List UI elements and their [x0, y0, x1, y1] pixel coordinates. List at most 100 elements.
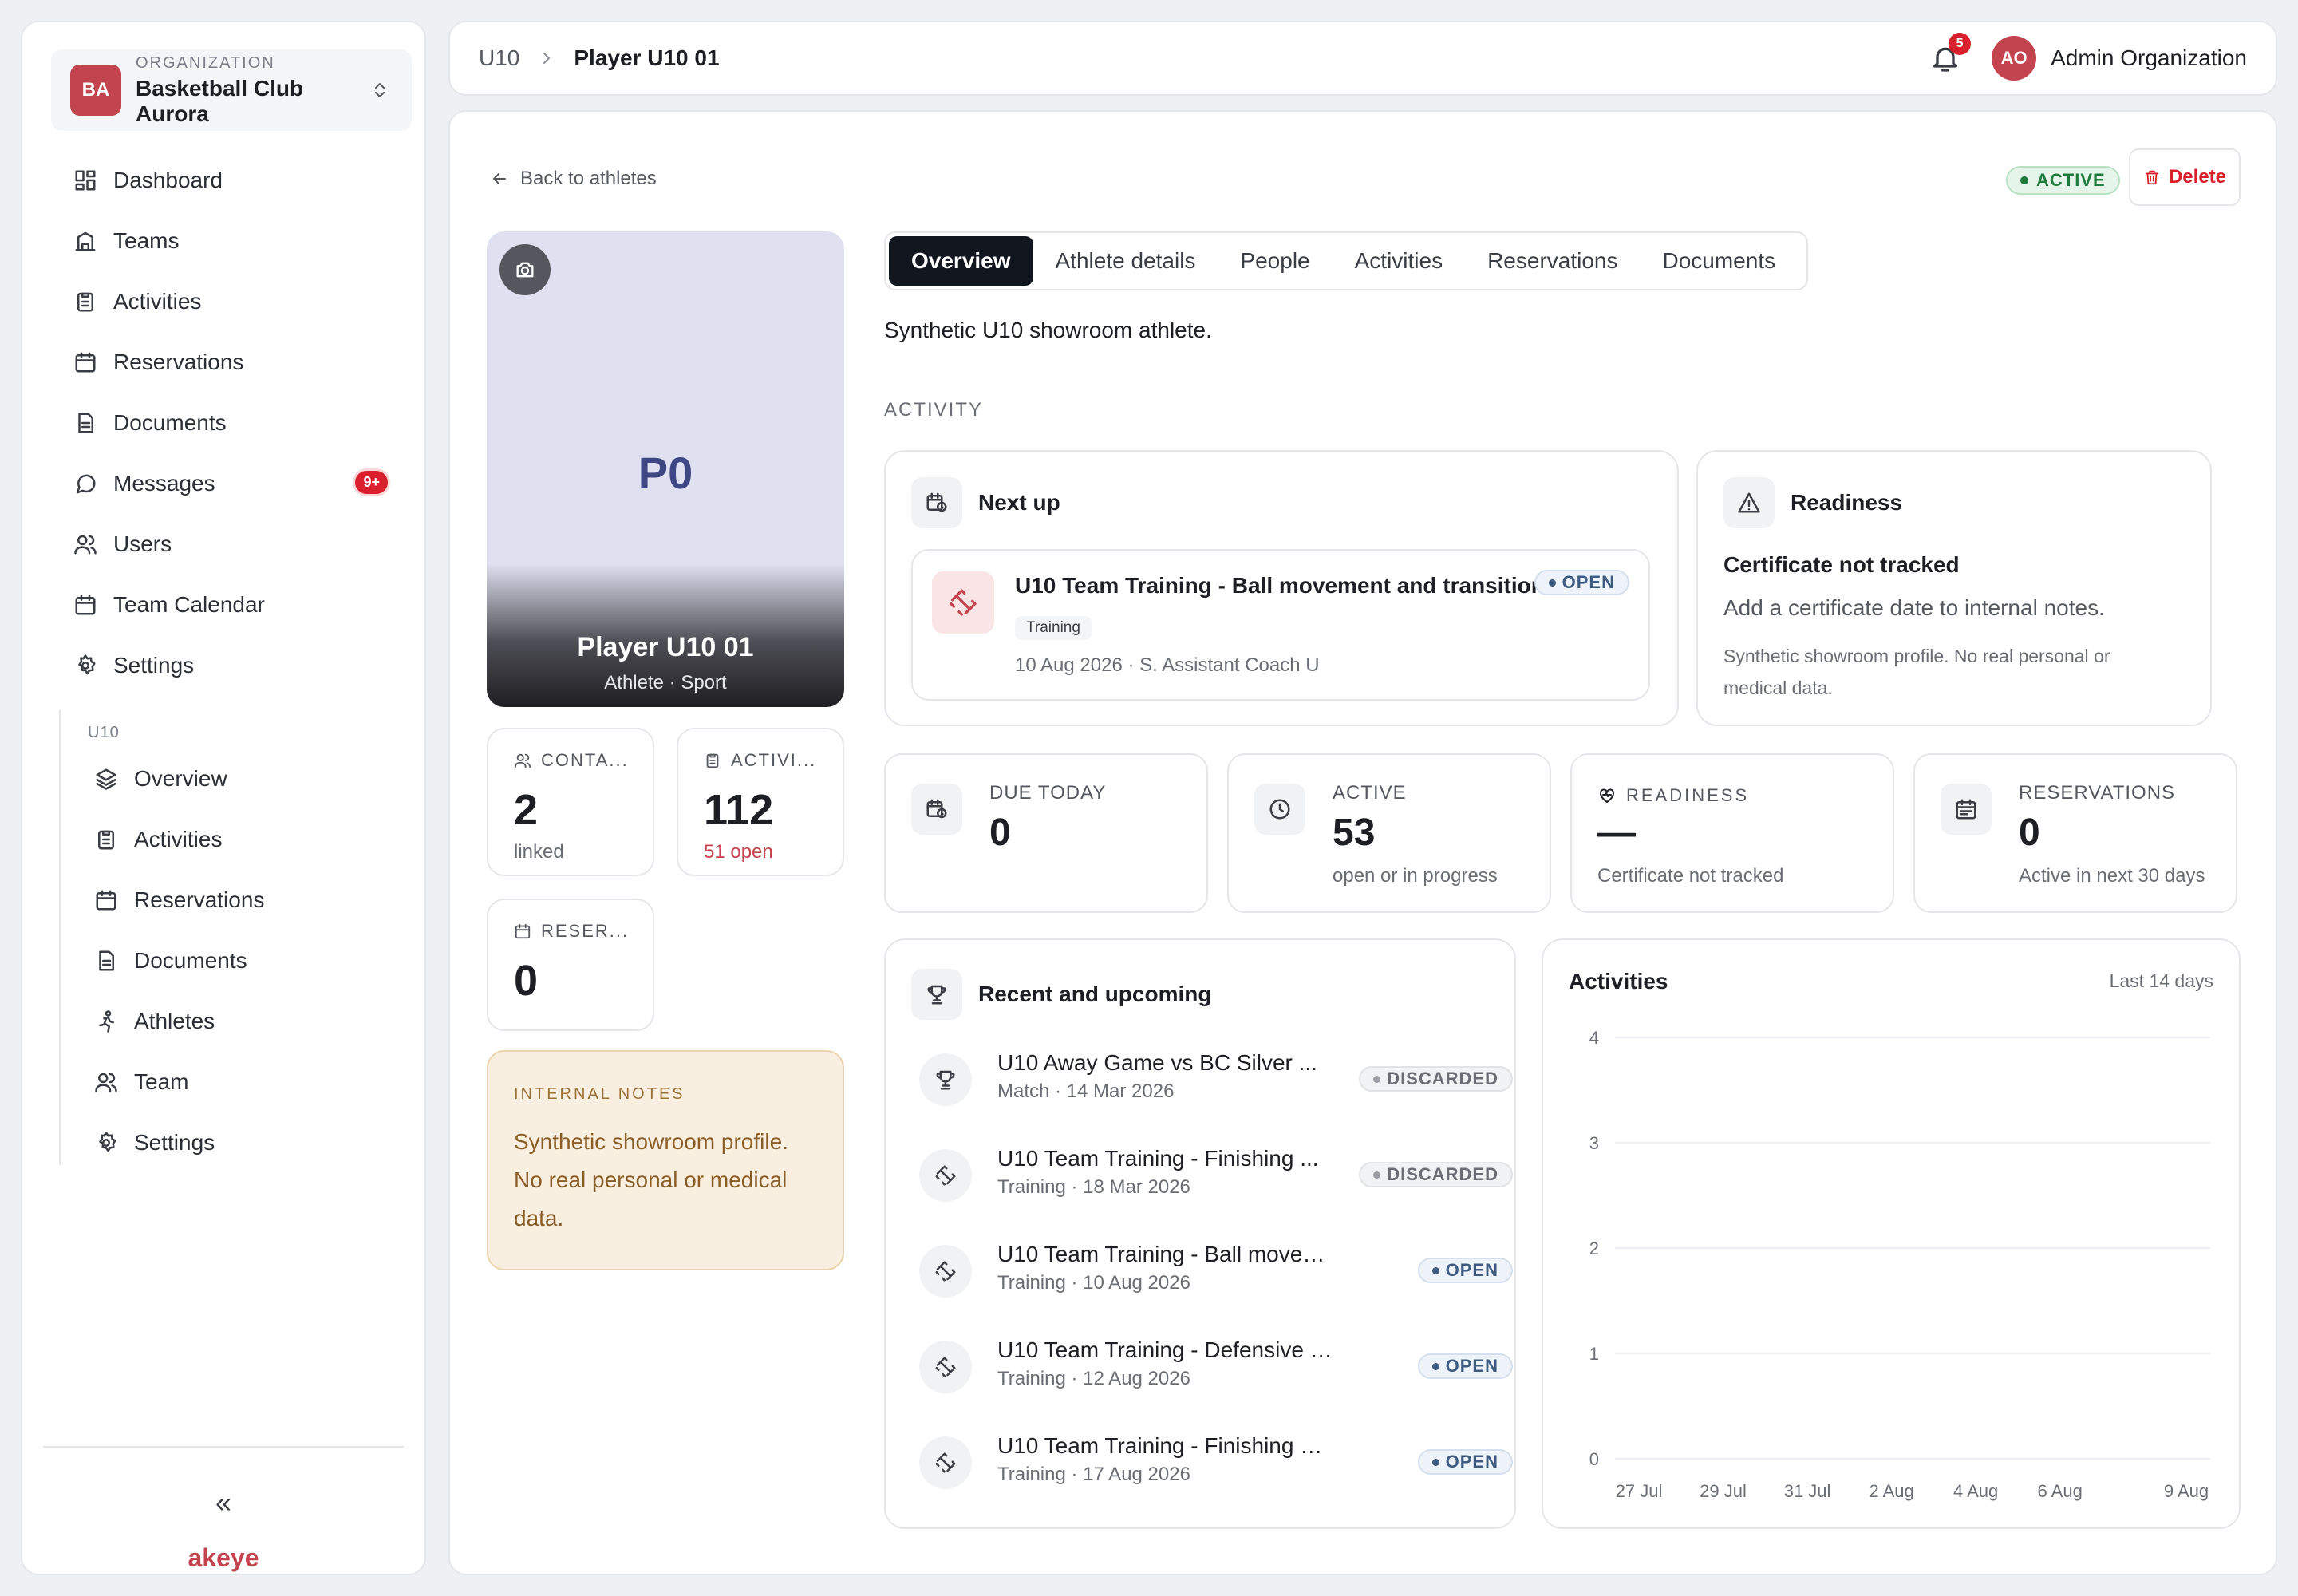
- mini-value: 0: [514, 957, 539, 1005]
- activities-stat-card[interactable]: ACTIVI... 112 51 open: [677, 728, 844, 876]
- due-today-stat: DUE TODAY 0: [884, 753, 1208, 913]
- org-name: Basketball Club Aurora: [136, 75, 304, 126]
- subnav-item-settings[interactable]: Settings: [61, 1112, 410, 1173]
- subnav-label: Activities: [134, 827, 223, 851]
- users-icon: [73, 532, 97, 556]
- main-panel: Back to athletes ACTIVE Delete P0 Player…: [448, 110, 2277, 1575]
- list-item[interactable]: U10 Team Training - Ball movement... Tra…: [919, 1237, 1513, 1309]
- nav-item-documents[interactable]: Documents: [51, 393, 412, 453]
- list-item[interactable]: U10 Away Game vs BC Silver ... Match · 1…: [919, 1045, 1513, 1117]
- running-icon: [94, 1009, 118, 1033]
- arrow-left-icon: [490, 169, 520, 188]
- collapse-sidebar-button[interactable]: «: [22, 1486, 424, 1519]
- status-dot: [2020, 176, 2028, 184]
- delete-button[interactable]: Delete: [2129, 148, 2241, 206]
- dumbbell-icon: [919, 1341, 972, 1393]
- mini-sub: linked: [514, 841, 564, 863]
- nav-label: Settings: [113, 653, 195, 678]
- calendar-clock-icon: [911, 784, 962, 835]
- stat-value: —: [1597, 812, 1636, 854]
- tab-people[interactable]: People: [1218, 236, 1332, 286]
- stat-sub: Active in next 30 days: [2019, 865, 2205, 887]
- tab-documents[interactable]: Documents: [1640, 236, 1798, 286]
- document-icon: [73, 411, 97, 435]
- next-event[interactable]: U10 Team Training - Ball movement and tr…: [911, 549, 1650, 701]
- calendar-icon: [1941, 784, 1992, 835]
- subnav-item-documents[interactable]: Documents: [61, 930, 410, 991]
- subnav-item-athletes[interactable]: Athletes: [61, 991, 410, 1052]
- delete-label: Delete: [2168, 166, 2227, 188]
- notification-count-badge: 5: [1949, 33, 1972, 55]
- organization-switcher[interactable]: BA ORGANIZATION Basketball Club Aurora: [51, 49, 412, 131]
- avatar[interactable]: AO: [1992, 36, 2037, 81]
- org-badge: BA: [70, 65, 121, 116]
- item-title: U10 Team Training - Ball movement...: [997, 1242, 1333, 1266]
- stat-sub: open or in progress: [1333, 865, 1498, 887]
- nav-item-team-calendar[interactable]: Team Calendar: [51, 575, 412, 635]
- mini-label: ACTIVI...: [731, 750, 817, 770]
- tab-overview[interactable]: Overview: [889, 236, 1033, 286]
- message-icon: [73, 472, 97, 496]
- event-status-badge: OPEN: [1534, 570, 1629, 595]
- item-title: U10 Team Training - Defensive rota...: [997, 1337, 1333, 1362]
- notes-title: INTERNAL NOTES: [514, 1085, 685, 1103]
- athlete-description: Synthetic U10 showroom athlete.: [884, 318, 1212, 342]
- subnav-item-reservations[interactable]: Reservations: [61, 870, 410, 930]
- tab-reservations[interactable]: Reservations: [1465, 236, 1640, 286]
- reservations-stat: RESERVATIONS 0 Active in next 30 days: [1913, 753, 2237, 913]
- list-item[interactable]: U10 Team Training - Finishing and r... T…: [919, 1428, 1513, 1500]
- nav-item-settings[interactable]: Settings: [51, 635, 412, 696]
- change-photo-button[interactable]: [499, 244, 551, 295]
- subnav-item-overview[interactable]: Overview: [61, 749, 410, 809]
- list-item[interactable]: U10 Team Training - Defensive rota... Tr…: [919, 1333, 1513, 1404]
- x-tick-label: 6 Aug: [2038, 1481, 2083, 1501]
- clipboard-icon: [94, 828, 118, 851]
- y-tick-label: 1: [1589, 1344, 1599, 1364]
- readiness-title: Readiness: [1791, 490, 1903, 515]
- status-badge: OPEN: [1417, 1449, 1513, 1475]
- stat-value: 53: [1333, 812, 1376, 854]
- nav-item-dashboard[interactable]: Dashboard: [51, 150, 412, 211]
- mini-label: CONTA...: [541, 750, 629, 770]
- notifications-button[interactable]: 5: [1929, 33, 1972, 74]
- calendar-icon: [94, 888, 118, 912]
- reservations-stat-card[interactable]: RESER... 0: [487, 899, 654, 1031]
- sidebar-divider: [43, 1446, 404, 1448]
- chevron-updown-icon: [370, 81, 393, 100]
- section-label: ACTIVITY: [884, 399, 984, 421]
- nav-label: Dashboard: [113, 168, 223, 192]
- camera-icon: [514, 259, 536, 281]
- nav-item-users[interactable]: Users: [51, 514, 412, 575]
- nav-item-activities[interactable]: Activities: [51, 271, 412, 332]
- item-sub: Training · 17 Aug 2026: [997, 1464, 1190, 1485]
- contacts-stat-card[interactable]: CONTA... 2 linked: [487, 728, 654, 876]
- event-meta: 10 Aug 2026 · S. Assistant Coach U: [1015, 654, 1320, 676]
- list-item[interactable]: U10 Team Training - Finishing ... Traini…: [919, 1141, 1513, 1213]
- tab-athlete-details[interactable]: Athlete details: [1033, 236, 1218, 286]
- messages-count-badge: 9+: [355, 471, 388, 494]
- layers-icon: [94, 767, 118, 791]
- stat-label: ACTIVE: [1333, 782, 1407, 804]
- recent-title: Recent and upcoming: [978, 982, 1212, 1006]
- stat-label: DUE TODAY: [989, 782, 1107, 804]
- breadcrumb-team[interactable]: U10: [479, 45, 519, 71]
- sidebar: BA ORGANIZATION Basketball Club Aurora D…: [21, 21, 426, 1575]
- user-name[interactable]: Admin Organization: [2051, 45, 2247, 71]
- item-title: U10 Team Training - Finishing ...: [997, 1146, 1319, 1171]
- y-tick-label: 2: [1589, 1238, 1599, 1258]
- subnav-item-activities[interactable]: Activities: [61, 809, 410, 870]
- subnav-item-team[interactable]: Team: [61, 1052, 410, 1112]
- nav-item-teams[interactable]: Teams: [51, 211, 412, 271]
- mini-label: RESER...: [541, 921, 630, 941]
- active-stat: ACTIVE 53 open or in progress: [1227, 753, 1551, 913]
- nav-item-messages[interactable]: Messages 9+: [51, 453, 412, 514]
- x-tick-label: 9 Aug: [2164, 1481, 2209, 1501]
- back-to-athletes-link[interactable]: Back to athletes: [490, 168, 657, 190]
- nav-item-reservations[interactable]: Reservations: [51, 332, 412, 393]
- subnav-label: Overview: [134, 766, 227, 791]
- trophy-icon: [919, 1053, 972, 1106]
- athlete-subtitle: Athlete · Sport: [604, 672, 727, 693]
- tab-activities[interactable]: Activities: [1333, 236, 1465, 286]
- athlete-photo-card: P0 Player U10 01 Athlete · Sport: [487, 231, 844, 707]
- warning-icon: [1724, 477, 1775, 528]
